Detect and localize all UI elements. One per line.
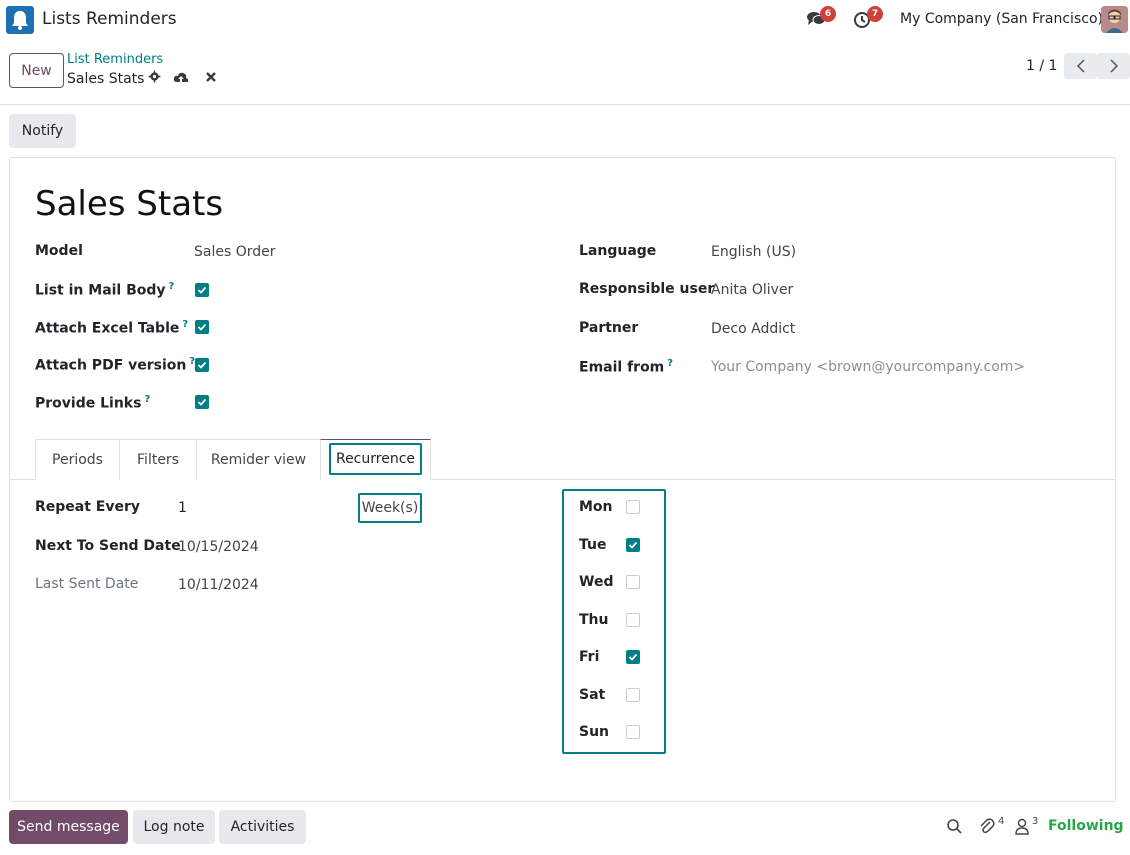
new-button[interactable]: New	[9, 53, 64, 88]
model-label: Model	[35, 243, 83, 259]
responsible-user-value[interactable]: Anita Oliver	[711, 282, 793, 298]
partner-value[interactable]: Deco Addict	[711, 321, 795, 337]
following-toggle[interactable]: Following	[1048, 818, 1124, 834]
day-wed-checkbox[interactable]	[626, 575, 640, 589]
tab-filters[interactable]: Filters	[119, 439, 197, 480]
day-sun-label: Sun	[579, 724, 610, 740]
company-switcher[interactable]: My Company (San Francisco)	[900, 11, 1103, 27]
check-icon	[197, 398, 207, 406]
day-mon-label: Mon	[579, 499, 613, 515]
check-icon	[197, 286, 207, 294]
control-panel-divider	[0, 104, 1130, 105]
tab-recurrence[interactable]: Recurrence	[329, 443, 422, 475]
weekdays-group	[562, 489, 666, 754]
activities-count-badge: 7	[867, 6, 883, 22]
day-mon-checkbox[interactable]	[626, 500, 640, 514]
help-tooltip-icon[interactable]: ?	[182, 319, 188, 330]
day-thu-checkbox[interactable]	[626, 613, 640, 627]
app-title[interactable]: Lists Reminders	[42, 9, 177, 29]
last-sent-date-value: 10/11/2024	[178, 577, 259, 593]
repeat-every-label: Repeat Every	[35, 499, 141, 515]
attach-excel-label: Attach Excel Table?	[35, 319, 188, 337]
paperclip-icon[interactable]	[978, 817, 996, 835]
breadcrumb-current: Sales Stats	[67, 70, 162, 87]
list-in-mail-body-text: List in Mail Body	[35, 282, 166, 299]
next-send-date-label: Next To Send Date	[35, 538, 181, 554]
next-send-date-value[interactable]: 10/15/2024	[178, 539, 259, 555]
breadcrumb-parent-link[interactable]: List Reminders	[67, 52, 163, 67]
provide-links-text: Provide Links	[35, 395, 142, 412]
help-tooltip-icon[interactable]: ?	[144, 394, 150, 405]
list-in-mail-body-label: List in Mail Body?	[35, 281, 174, 299]
chevron-right-icon	[1109, 59, 1118, 73]
day-fri-label: Fri	[579, 649, 600, 665]
attach-pdf-checkbox[interactable]	[195, 358, 209, 372]
check-icon	[628, 541, 638, 549]
provide-links-label: Provide Links?	[35, 394, 150, 412]
top-navbar: Lists Reminders 6 7 My Company (San Fran…	[0, 0, 1130, 40]
attach-excel-text: Attach Excel Table	[35, 320, 180, 337]
messages-icon[interactable]: 6	[806, 6, 836, 30]
gear-icon[interactable]	[148, 70, 162, 87]
attach-pdf-text: Attach PDF version	[35, 357, 187, 374]
language-value[interactable]: English (US)	[711, 244, 796, 260]
pager-previous-button[interactable]	[1064, 53, 1097, 79]
tab-reminder-view[interactable]: Remider view	[196, 439, 321, 480]
tab-periods[interactable]: Periods	[35, 439, 120, 480]
model-value[interactable]: Sales Order	[194, 244, 276, 260]
help-tooltip-icon[interactable]: ?	[169, 281, 175, 292]
discard-close-icon[interactable]	[204, 70, 220, 86]
day-sun-checkbox[interactable]	[626, 725, 640, 739]
breadcrumb-current-label: Sales Stats	[67, 70, 145, 87]
attach-pdf-label: Attach PDF version?	[35, 356, 195, 374]
pager-next-button[interactable]	[1097, 53, 1130, 79]
partner-label: Partner	[579, 320, 639, 336]
bell-app-icon[interactable]	[6, 6, 34, 34]
activities-button[interactable]: Activities	[219, 810, 306, 844]
list-in-mail-body-checkbox[interactable]	[195, 283, 209, 297]
notify-button[interactable]: Notify	[9, 114, 76, 148]
help-tooltip-icon[interactable]: ?	[667, 358, 673, 369]
repeat-every-input[interactable]: 1	[178, 500, 187, 516]
pager-value[interactable]: 1 / 1	[1026, 58, 1057, 74]
log-note-button[interactable]: Log note	[133, 810, 215, 844]
language-label: Language	[579, 243, 657, 259]
day-sat-label: Sat	[579, 687, 606, 703]
attachments-count: 4	[998, 816, 1005, 827]
day-fri-checkbox[interactable]	[626, 650, 640, 664]
email-from-label: Email from?	[579, 358, 673, 376]
day-tue-checkbox[interactable]	[626, 538, 640, 552]
attach-excel-checkbox[interactable]	[195, 320, 209, 334]
cloud-upload-icon[interactable]	[173, 70, 189, 86]
provide-links-checkbox[interactable]	[195, 395, 209, 409]
day-thu-label: Thu	[579, 612, 609, 628]
day-wed-label: Wed	[579, 574, 614, 590]
messages-count-badge: 6	[820, 6, 836, 22]
record-title[interactable]: Sales Stats	[35, 184, 223, 224]
chevron-left-icon	[1076, 59, 1085, 73]
user-avatar[interactable]	[1101, 6, 1128, 33]
followers-icon[interactable]	[1014, 818, 1030, 835]
email-from-input[interactable]: Your Company <brown@yourcompany.com>	[711, 359, 1025, 375]
check-icon	[197, 323, 207, 331]
last-sent-date-label: Last Sent Date	[35, 576, 139, 592]
repeat-unit-select[interactable]: Week(s)	[358, 493, 422, 523]
search-icon[interactable]	[946, 818, 963, 835]
check-icon	[628, 653, 638, 661]
followers-count: 3	[1032, 816, 1039, 827]
day-tue-label: Tue	[579, 537, 607, 553]
send-message-button[interactable]: Send message	[9, 810, 128, 844]
email-from-text: Email from	[579, 359, 665, 376]
activities-clock-icon[interactable]: 7	[853, 6, 883, 30]
day-sat-checkbox[interactable]	[626, 688, 640, 702]
responsible-user-label: Responsible user	[579, 281, 715, 297]
check-icon	[197, 361, 207, 369]
